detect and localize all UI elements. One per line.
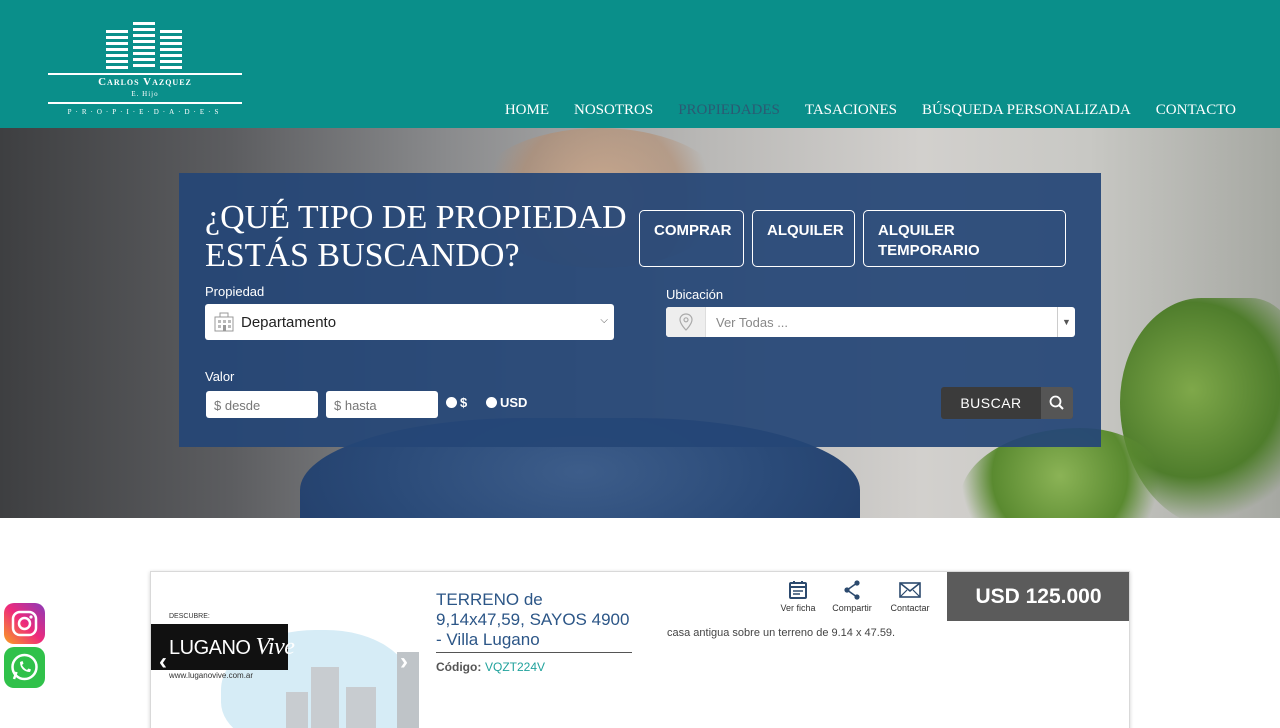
ubicacion-select[interactable]: Ver Todas ... ▼	[666, 307, 1075, 337]
compartir-button[interactable]: Compartir	[827, 578, 877, 613]
lugano-vive-url: www.luganovive.com.ar	[169, 671, 254, 680]
propiedad-select[interactable]: Departamento ⌵	[205, 304, 614, 340]
propiedad-value: Departamento	[241, 314, 337, 331]
nav-propiedades[interactable]: PROPIEDADES	[678, 102, 780, 119]
search-title-line2: ESTÁS BUSCANDO?	[205, 237, 520, 274]
lugano-vive-logo-text: LUGANO Vive	[169, 634, 295, 661]
codigo-label: Código:	[436, 660, 482, 674]
site-header: Carlos Vazquez E. Hijo P·R·O·P·I·E·D·A·D…	[0, 0, 1280, 128]
search-title: ¿QUÉ TIPO DE PROPIEDAD ESTÁS BUSCANDO?	[205, 199, 635, 275]
building-logo-icon	[106, 22, 182, 69]
envelope-icon	[899, 582, 921, 598]
nav-busqueda-personalizada[interactable]: BÚSQUEDA PERSONALIZADA	[922, 102, 1131, 119]
compartir-label: Compartir	[832, 603, 872, 613]
nav-tasaciones[interactable]: TASACIONES	[805, 102, 897, 119]
building-icon	[214, 312, 234, 332]
ubicacion-label: Ubicación	[666, 287, 724, 302]
logo-divider	[48, 102, 242, 104]
currency-pesos-radio[interactable]	[446, 397, 457, 408]
buscar-label: BUSCAR	[960, 395, 1022, 411]
ubicacion-value: Ver Todas ...	[716, 315, 789, 330]
location-pin-icon	[666, 307, 706, 337]
precio-desde-input[interactable]: $ desde	[206, 391, 318, 418]
search-icon	[1041, 387, 1073, 419]
chevron-down-icon: ⌵	[600, 315, 608, 326]
alquiler-temporario-label: ALQUILER TEMPORARIO	[878, 222, 980, 259]
vive-text: Vive	[255, 634, 295, 660]
brand-sub: E. Hijo	[131, 90, 159, 98]
currency-usd-label: USD	[500, 395, 528, 410]
search-panel: ¿QUÉ TIPO DE PROPIEDAD ESTÁS BUSCANDO? C…	[179, 173, 1101, 447]
contactar-label: Contactar	[890, 603, 930, 613]
descubre-text: DESCUBRE:	[169, 613, 210, 620]
building-illustration	[286, 692, 308, 728]
lugano-text: LUGANO	[169, 637, 251, 659]
share-icon	[844, 580, 860, 600]
chevron-left-icon[interactable]: ‹	[159, 648, 167, 676]
currency-usd-radio[interactable]	[486, 397, 497, 408]
nav-contacto[interactable]: CONTACTO	[1156, 102, 1236, 119]
building-illustration	[346, 687, 376, 728]
brand-tagline: P·R·O·P·I·E·D·A·D·E·S	[67, 108, 223, 116]
ver-ficha-label: Ver ficha	[780, 603, 816, 613]
alquiler-temporario-button[interactable]: ALQUILER TEMPORARIO	[863, 210, 1066, 267]
instagram-icon[interactable]	[4, 603, 45, 644]
property-title[interactable]: TERRENO de 9,14x47,59, SAYOS 4900 - Vill…	[436, 590, 632, 650]
comprar-button[interactable]: COMPRAR	[639, 210, 744, 267]
search-title-line1: ¿QUÉ TIPO DE PROPIEDAD	[205, 199, 627, 236]
price-badge: USD 125.000	[947, 572, 1129, 621]
title-divider	[436, 652, 632, 653]
property-card[interactable]: DESCUBRE: LUGANO Vive www.luganovive.com…	[150, 571, 1130, 728]
buscar-button[interactable]: BUSCAR	[941, 387, 1073, 419]
alquiler-button[interactable]: ALQUILER	[752, 210, 855, 267]
main-nav: HOME NOSOTROS PROPIEDADES TASACIONES BÚS…	[505, 102, 1236, 119]
property-description: casa antigua sobre un terreno de 9.14 x …	[667, 627, 896, 639]
logo-divider	[48, 73, 242, 75]
caret-down-icon: ▼	[1057, 307, 1075, 337]
property-image[interactable]: DESCUBRE: LUGANO Vive www.luganovive.com…	[151, 572, 423, 728]
nav-home[interactable]: HOME	[505, 102, 549, 119]
propiedad-label: Propiedad	[205, 284, 265, 299]
chevron-right-icon[interactable]: ›	[400, 648, 408, 676]
logo[interactable]: Carlos Vazquez E. Hijo P·R·O·P·I·E·D·A·D…	[48, 18, 244, 122]
valor-label: Valor	[205, 369, 235, 384]
calendar-icon	[789, 581, 807, 599]
nav-nosotros[interactable]: NOSOTROS	[574, 102, 653, 119]
codigo-value: VQZT224V	[485, 660, 546, 674]
whatsapp-icon[interactable]	[4, 647, 45, 688]
contactar-button[interactable]: Contactar	[885, 578, 935, 613]
ver-ficha-button[interactable]: Ver ficha	[773, 578, 823, 613]
building-illustration	[311, 667, 339, 728]
brand-name: Carlos Vazquez	[98, 76, 192, 88]
currency-pesos-label: $	[460, 395, 468, 410]
precio-hasta-input[interactable]: $ hasta	[326, 391, 438, 418]
